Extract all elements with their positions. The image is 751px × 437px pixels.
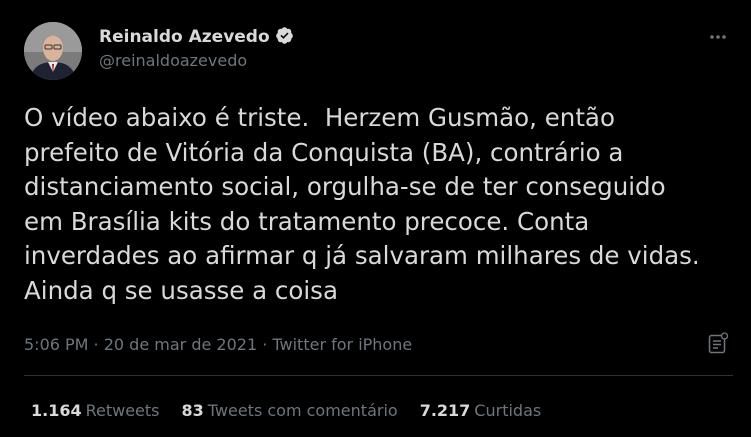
- tweet-timestamp-time[interactable]: 5:06 PM: [24, 335, 88, 354]
- author-name-text[interactable]: Reinaldo Azevedo: [99, 27, 270, 47]
- likes-label: Curtidas: [474, 401, 542, 420]
- tweet-timestamp-date[interactable]: 20 de mar de 2021: [104, 335, 257, 354]
- tweet-card: Reinaldo Azevedo @reinaldoazevedo O víde…: [0, 0, 751, 437]
- meta-separator: ·: [88, 335, 104, 354]
- quote-tweets-label: Tweets com comentário: [207, 401, 398, 420]
- retweets-label: Retweets: [85, 401, 160, 420]
- analytics-glyph: [708, 332, 729, 354]
- more-dots-icon: [710, 35, 726, 39]
- author-name[interactable]: Reinaldo Azevedo: [99, 26, 294, 47]
- likes-stat[interactable]: 7.217 Curtidas: [420, 401, 542, 420]
- more-options-button[interactable]: [703, 26, 733, 48]
- divider-top: [24, 375, 733, 376]
- tweet-source[interactable]: Twitter for iPhone: [272, 335, 412, 354]
- avatar[interactable]: [24, 22, 82, 80]
- retweets-count: 1.164: [31, 401, 82, 420]
- analytics-icon[interactable]: [706, 331, 730, 357]
- tweet-stats: 1.164 Retweets 83 Tweets com comentário 7.21…: [31, 401, 563, 420]
- meta-separator: ·: [257, 335, 273, 354]
- avatar-photo: [24, 22, 82, 80]
- likes-count: 7.217: [419, 401, 471, 420]
- quote-tweets-stat[interactable]: 83 Tweets com comentário: [182, 401, 398, 420]
- author-handle[interactable]: @reinaldoazevedo: [99, 51, 247, 70]
- tweet-text: O vídeo abaixo é triste. Herzem Gusmão, …: [24, 103, 700, 305]
- retweets-stat[interactable]: 1.164 Retweets: [31, 401, 160, 420]
- tweet-meta: 5:06 PM · 20 de mar de 2021 · Twitter fo…: [24, 335, 412, 354]
- verified-badge-icon: [275, 26, 294, 45]
- quote-tweets-count: 83: [181, 401, 204, 420]
